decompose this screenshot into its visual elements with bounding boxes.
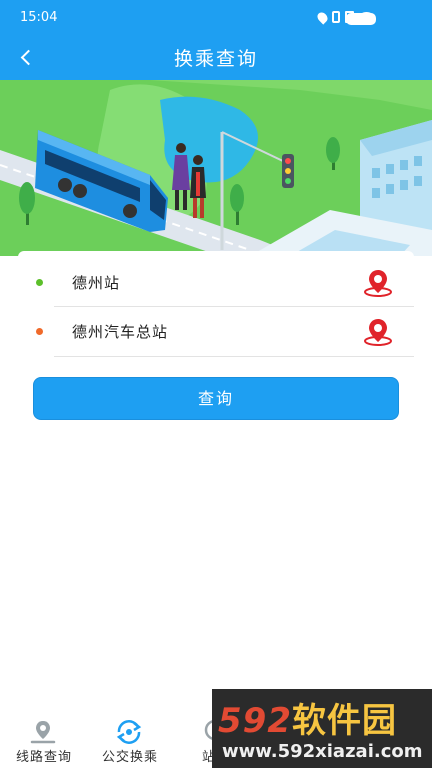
watermark-logo: 592软件园 bbox=[218, 701, 397, 741]
nav-transfer[interactable]: 公交换乘 bbox=[86, 712, 174, 768]
route-form-card: 德州站 德州汽车总站 bbox=[18, 251, 414, 359]
transfer-query-screen: 15:04 换乘查询 德州站 德州汽车总站 查询 线路查询 公交换乘 592软件… bbox=[0, 0, 432, 768]
origin-field[interactable]: 德州站 bbox=[18, 257, 414, 307]
page-title: 换乘查询 bbox=[173, 48, 258, 70]
nav-label: 线路查询 bbox=[15, 750, 72, 765]
nav-label: 公交换乘 bbox=[101, 750, 158, 765]
route-pin-icon bbox=[30, 721, 56, 744]
nav-route-query[interactable]: 线路查询 bbox=[0, 712, 88, 768]
location-icon bbox=[315, 9, 330, 25]
map-pin-icon[interactable] bbox=[362, 267, 394, 299]
site-watermark: 592软件园 www.592xiazai.com bbox=[212, 689, 432, 768]
app-header: 15:04 换乘查询 bbox=[0, 0, 432, 80]
form-divider bbox=[54, 356, 414, 357]
destination-field[interactable]: 德州汽车总站 bbox=[18, 306, 414, 356]
origin-value: 德州站 bbox=[72, 274, 121, 292]
banner-illustration bbox=[0, 80, 432, 256]
destination-value: 德州汽车总站 bbox=[72, 323, 169, 341]
map-pin-icon[interactable] bbox=[362, 316, 394, 348]
query-button[interactable]: 查询 bbox=[33, 377, 399, 420]
destination-dot bbox=[36, 328, 43, 335]
origin-dot bbox=[36, 279, 43, 286]
transfer-icon bbox=[116, 720, 142, 744]
watermark-url: www.592xiazai.com bbox=[222, 741, 423, 762]
battery-icon bbox=[346, 13, 376, 25]
vibrate-icon bbox=[332, 11, 340, 23]
status-time: 15:04 bbox=[20, 10, 58, 25]
